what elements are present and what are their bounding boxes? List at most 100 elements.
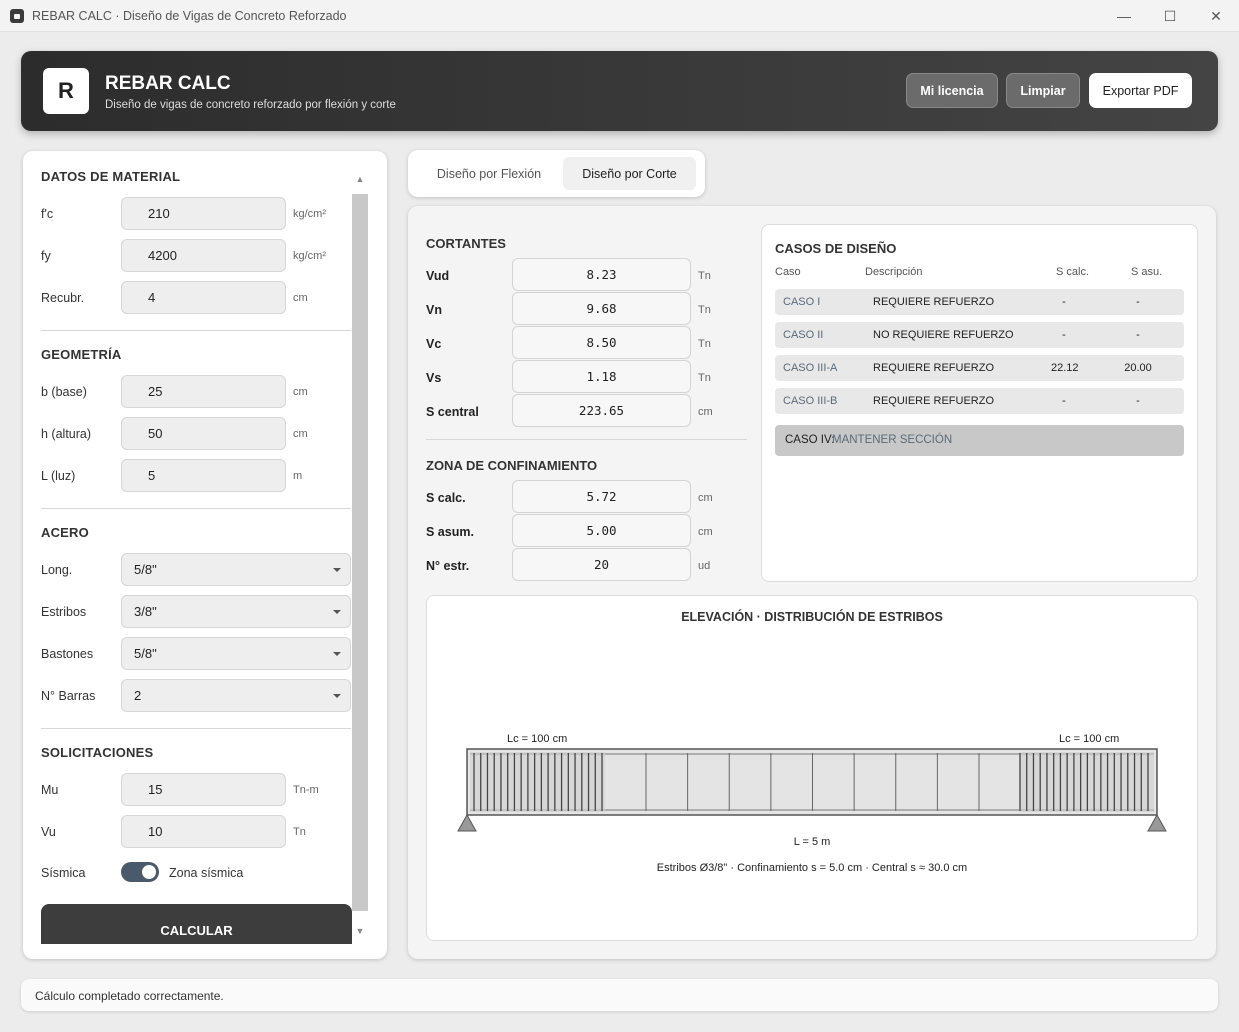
vu-input[interactable]: 10 bbox=[121, 815, 286, 848]
close-icon[interactable]: ✕ bbox=[1193, 0, 1239, 32]
b-label: b (base) bbox=[41, 385, 87, 399]
span-input[interactable]: 5 bbox=[121, 459, 286, 492]
lc-right-label: Lc = 100 cm bbox=[1059, 733, 1119, 745]
table-row: CASO II NO REQUIERE REFUERZO - - bbox=[775, 322, 1184, 348]
long-bar-select[interactable]: 5/8" bbox=[121, 553, 351, 586]
bastones-select[interactable]: 5/8" bbox=[121, 637, 351, 670]
s-central-unit: cm bbox=[698, 406, 713, 418]
table-row: CASO III-A REQUIERE REFUERZO 22.12 20.00 bbox=[775, 355, 1184, 381]
app-header: R REBAR CALC Diseño de vigas de concreto… bbox=[21, 51, 1218, 131]
stirrup-count-unit: ud bbox=[698, 560, 711, 572]
input-panel: DATOS DE MATERIAL f'c 210 kg/cm² fy 4200… bbox=[23, 151, 387, 959]
status-message: Cálculo completado correctamente. bbox=[35, 989, 224, 1003]
fc-input[interactable]: 210 bbox=[121, 197, 286, 230]
lc-left-label: Lc = 100 cm bbox=[507, 733, 567, 745]
case-scalc: 22.12 bbox=[1051, 362, 1079, 374]
mu-label: Mu bbox=[41, 783, 59, 797]
design-cases-card: CASOS DE DISEÑO Caso Descripción S calc.… bbox=[761, 224, 1198, 582]
seismic-label: Sísmica bbox=[41, 866, 86, 880]
seismic-toggle-text: Zona sísmica bbox=[169, 866, 244, 880]
license-button[interactable]: Mi licencia bbox=[906, 73, 998, 108]
case-sasu: - bbox=[1136, 296, 1140, 308]
vu-label: Vu bbox=[41, 825, 56, 839]
tab-corte[interactable]: Diseño por Corte bbox=[563, 157, 696, 190]
bastones-value: 5/8" bbox=[134, 646, 157, 661]
design-tabs: Diseño por Flexión Diseño por Corte bbox=[408, 150, 705, 197]
divider bbox=[41, 508, 351, 509]
table-row: CASO III-B REQUIERE REFUERZO - - bbox=[775, 388, 1184, 414]
chevron-down-icon bbox=[333, 652, 341, 656]
fy-input[interactable]: 4200 bbox=[121, 239, 286, 272]
calculate-button[interactable]: CALCULAR bbox=[41, 904, 352, 944]
h-input[interactable]: 50 bbox=[121, 417, 286, 450]
stirrups-group bbox=[470, 752, 1154, 812]
case-description: REQUIERE REFUERZO bbox=[873, 296, 995, 308]
case-iv-label: CASO IV: bbox=[785, 434, 835, 446]
stirrups-select[interactable]: 3/8" bbox=[121, 595, 351, 628]
shear-title: CORTANTES bbox=[426, 236, 506, 251]
window-title: REBAR CALC · Diseño de Vigas de Concreto… bbox=[32, 8, 347, 23]
cases-header-scalc: S calc. bbox=[1056, 266, 1090, 278]
scrollbar[interactable]: ▲ ▼ bbox=[352, 171, 368, 941]
long-bar-value: 5/8" bbox=[134, 562, 157, 577]
export-pdf-button[interactable]: Exportar PDF bbox=[1089, 73, 1192, 108]
section-loads-title: SOLICITACIONES bbox=[41, 745, 154, 760]
b-input[interactable]: 25 bbox=[121, 375, 286, 408]
scroll-up-icon[interactable]: ▲ bbox=[352, 171, 368, 187]
tab-flexion[interactable]: Diseño por Flexión bbox=[419, 157, 559, 190]
confinement-zone-right bbox=[1019, 752, 1154, 812]
case-scalc: - bbox=[1062, 296, 1066, 308]
app-subtitle: Diseño de vigas de concreto reforzado po… bbox=[105, 99, 396, 111]
case-sasu: 20.00 bbox=[1124, 362, 1152, 374]
status-bar: Cálculo completado correctamente. bbox=[21, 979, 1218, 1011]
vs-unit: Tn bbox=[698, 372, 711, 384]
title-bar: REBAR CALC · Diseño de Vigas de Concreto… bbox=[0, 0, 1239, 32]
minimize-icon[interactable]: — bbox=[1101, 0, 1147, 32]
clear-button[interactable]: Limpiar bbox=[1006, 73, 1080, 108]
maximize-icon[interactable]: ☐ bbox=[1147, 0, 1193, 32]
vc-label: Vc bbox=[426, 337, 442, 351]
stirrups-value: 3/8" bbox=[134, 604, 157, 619]
cases-header-case: Caso bbox=[775, 266, 801, 278]
section-material-title: DATOS DE MATERIAL bbox=[41, 169, 181, 184]
s-asum-label: S asum. bbox=[426, 525, 474, 539]
bastones-label: Bastones bbox=[41, 647, 94, 661]
app-title: REBAR CALC bbox=[105, 73, 231, 94]
vn-label: Vn bbox=[426, 303, 442, 317]
case-sasu: - bbox=[1136, 329, 1140, 341]
confinement-zone-left bbox=[470, 752, 605, 812]
bar-count-select[interactable]: 2 bbox=[121, 679, 351, 712]
stirrup-count-label: N° estr. bbox=[426, 559, 470, 573]
results-panel: CORTANTES Vud 8.23 Tn Vn 9.68 Tn Vc 8.50… bbox=[408, 206, 1216, 959]
mu-input[interactable]: 15 bbox=[121, 773, 286, 806]
vs-value: 1.18 bbox=[512, 360, 691, 393]
divider bbox=[426, 439, 747, 440]
long-bar-label: Long. bbox=[41, 563, 73, 577]
seismic-toggle[interactable] bbox=[121, 862, 159, 882]
beam-elevation-diagram: Lc = 100 cm Lc = 100 cm L = 5 m Estribos… bbox=[457, 733, 1167, 874]
scroll-down-icon[interactable]: ▼ bbox=[352, 923, 368, 939]
stirrup-count-value: 20 bbox=[512, 548, 691, 581]
vc-unit: Tn bbox=[698, 338, 711, 350]
case-scalc: - bbox=[1062, 329, 1066, 341]
case-name: CASO I bbox=[783, 296, 821, 308]
cover-unit: cm bbox=[293, 292, 308, 304]
b-unit: cm bbox=[293, 386, 308, 398]
stirrups-label: Estribos bbox=[41, 605, 87, 619]
right-support-icon bbox=[1147, 813, 1167, 832]
scrollbar-thumb[interactable] bbox=[352, 194, 368, 911]
fy-unit: kg/cm² bbox=[293, 250, 326, 262]
vud-value: 8.23 bbox=[512, 258, 691, 291]
bar-count-label: N° Barras bbox=[41, 689, 96, 703]
cover-input[interactable]: 4 bbox=[121, 281, 286, 314]
case-name: CASO II bbox=[783, 329, 824, 341]
span-label: L (luz) bbox=[41, 469, 76, 483]
left-support-icon bbox=[457, 813, 477, 832]
cases-title: CASOS DE DISEÑO bbox=[775, 241, 897, 256]
s-central-label: S central bbox=[426, 405, 479, 419]
vu-unit: Tn bbox=[293, 826, 306, 838]
h-label: h (altura) bbox=[41, 427, 92, 441]
section-geometry-title: GEOMETRÍA bbox=[41, 347, 122, 362]
bar-count-value: 2 bbox=[134, 688, 142, 703]
chevron-down-icon bbox=[333, 610, 341, 614]
